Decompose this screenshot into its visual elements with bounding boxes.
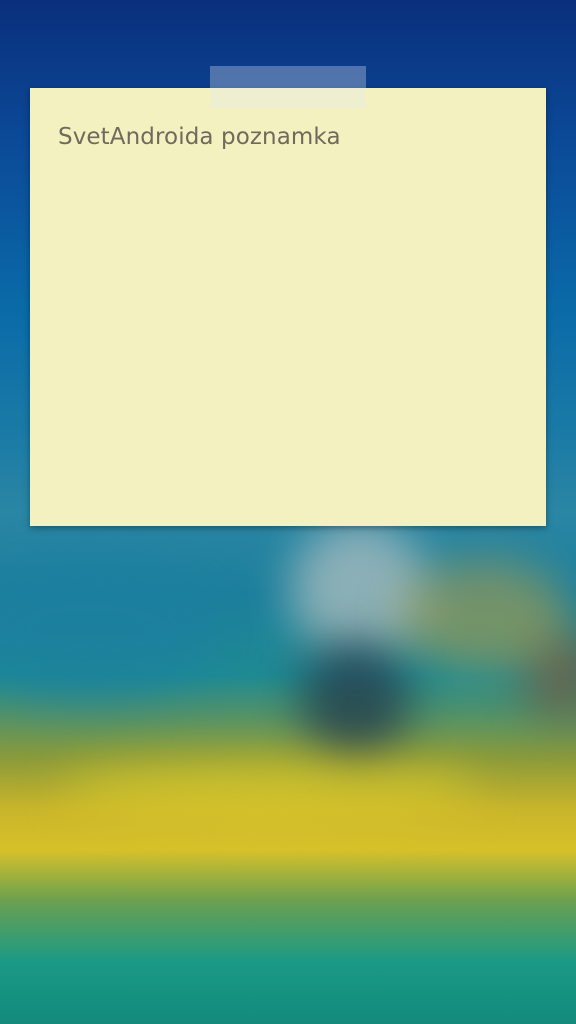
wallpaper-blur-shape: [60, 760, 480, 820]
wallpaper-blur-shape: [0, 560, 220, 700]
note-tape: [210, 66, 366, 108]
note-text: SvetAndroida poznamka: [58, 124, 341, 150]
wallpaper-blur-shape: [400, 560, 570, 670]
wallpaper-blur-shape: [300, 640, 410, 760]
sticky-note-widget[interactable]: SvetAndroida poznamka: [30, 88, 546, 526]
